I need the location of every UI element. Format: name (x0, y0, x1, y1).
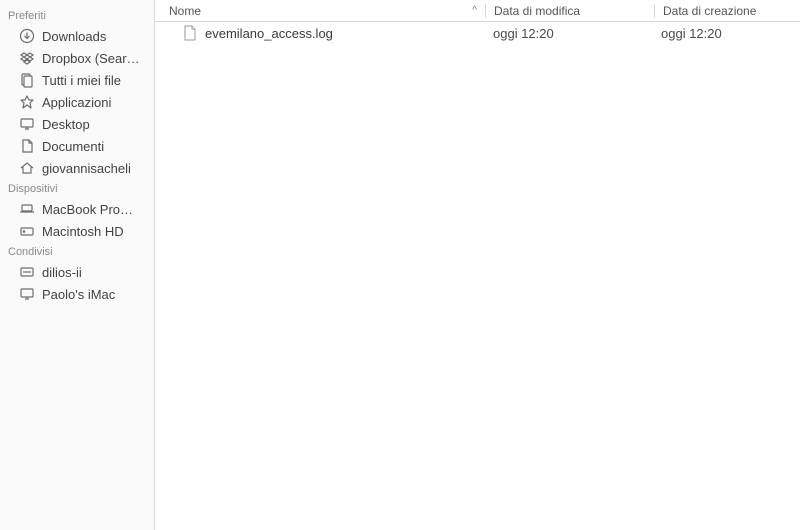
server-icon (18, 263, 36, 281)
file-name-cell: evemilano_access.log (155, 25, 485, 41)
dropbox-icon (18, 49, 36, 67)
sidebar-item-label: Dropbox (Sear… (42, 51, 140, 66)
imac-icon (18, 285, 36, 303)
sidebar-item-home[interactable]: giovannisacheli (0, 157, 154, 179)
sidebar-item-label: Desktop (42, 117, 90, 132)
documents-icon (18, 137, 36, 155)
applications-icon (18, 93, 36, 111)
column-header-modified[interactable]: Data di modifica (486, 0, 654, 21)
file-icon (183, 25, 197, 41)
column-header-label: Data di modifica (494, 4, 580, 18)
column-header-label: Nome (169, 4, 201, 18)
sidebar-item-label: Tutti i miei file (42, 73, 121, 88)
sidebar-section-shared: Condivisi (0, 242, 154, 261)
sidebar-item-applications[interactable]: Applicazioni (0, 91, 154, 113)
file-rows: evemilano_access.log oggi 12:20 oggi 12:… (155, 22, 800, 530)
sidebar-item-macbook[interactable]: MacBook Pro… (0, 198, 154, 220)
column-header-row: Nome ^ Data di modifica Data di creazion… (155, 0, 800, 22)
sidebar-item-desktop[interactable]: Desktop (0, 113, 154, 135)
sidebar-item-label: dilios-ii (42, 265, 82, 280)
sort-ascending-icon: ^ (472, 5, 477, 16)
sidebar-section-favorites: Preferiti (0, 6, 154, 25)
sidebar-item-downloads[interactable]: Downloads (0, 25, 154, 47)
file-name: evemilano_access.log (205, 26, 333, 41)
sidebar-item-label: Downloads (42, 29, 106, 44)
sidebar-item-all-files[interactable]: Tutti i miei file (0, 69, 154, 91)
column-header-name[interactable]: Nome ^ (155, 0, 485, 21)
sidebar-item-macintosh-hd[interactable]: Macintosh HD (0, 220, 154, 242)
sidebar-item-label: MacBook Pro… (42, 202, 133, 217)
column-header-label: Data di creazione (663, 4, 756, 18)
column-header-created[interactable]: Data di creazione (655, 0, 800, 21)
sidebar-item-paolos-imac[interactable]: Paolo's iMac (0, 283, 154, 305)
sidebar-item-label: giovannisacheli (42, 161, 131, 176)
sidebar-item-label: Macintosh HD (42, 224, 124, 239)
sidebar-section-devices: Dispositivi (0, 179, 154, 198)
sidebar-item-dilios[interactable]: dilios-ii (0, 261, 154, 283)
file-list-pane: Nome ^ Data di modifica Data di creazion… (155, 0, 800, 530)
download-icon (18, 27, 36, 45)
file-row[interactable]: evemilano_access.log oggi 12:20 oggi 12:… (155, 22, 800, 44)
desktop-icon (18, 115, 36, 133)
sidebar-item-label: Paolo's iMac (42, 287, 115, 302)
home-icon (18, 159, 36, 177)
sidebar-item-dropbox[interactable]: Dropbox (Sear… (0, 47, 154, 69)
all-files-icon (18, 71, 36, 89)
sidebar-item-label: Applicazioni (42, 95, 111, 110)
sidebar: Preferiti Downloads Dropbox (Sear… Tutti… (0, 0, 155, 530)
finder-window: Preferiti Downloads Dropbox (Sear… Tutti… (0, 0, 800, 530)
sidebar-item-documents[interactable]: Documenti (0, 135, 154, 157)
file-created: oggi 12:20 (653, 26, 800, 41)
file-modified: oggi 12:20 (485, 26, 653, 41)
laptop-icon (18, 200, 36, 218)
sidebar-item-label: Documenti (42, 139, 104, 154)
disk-icon (18, 222, 36, 240)
